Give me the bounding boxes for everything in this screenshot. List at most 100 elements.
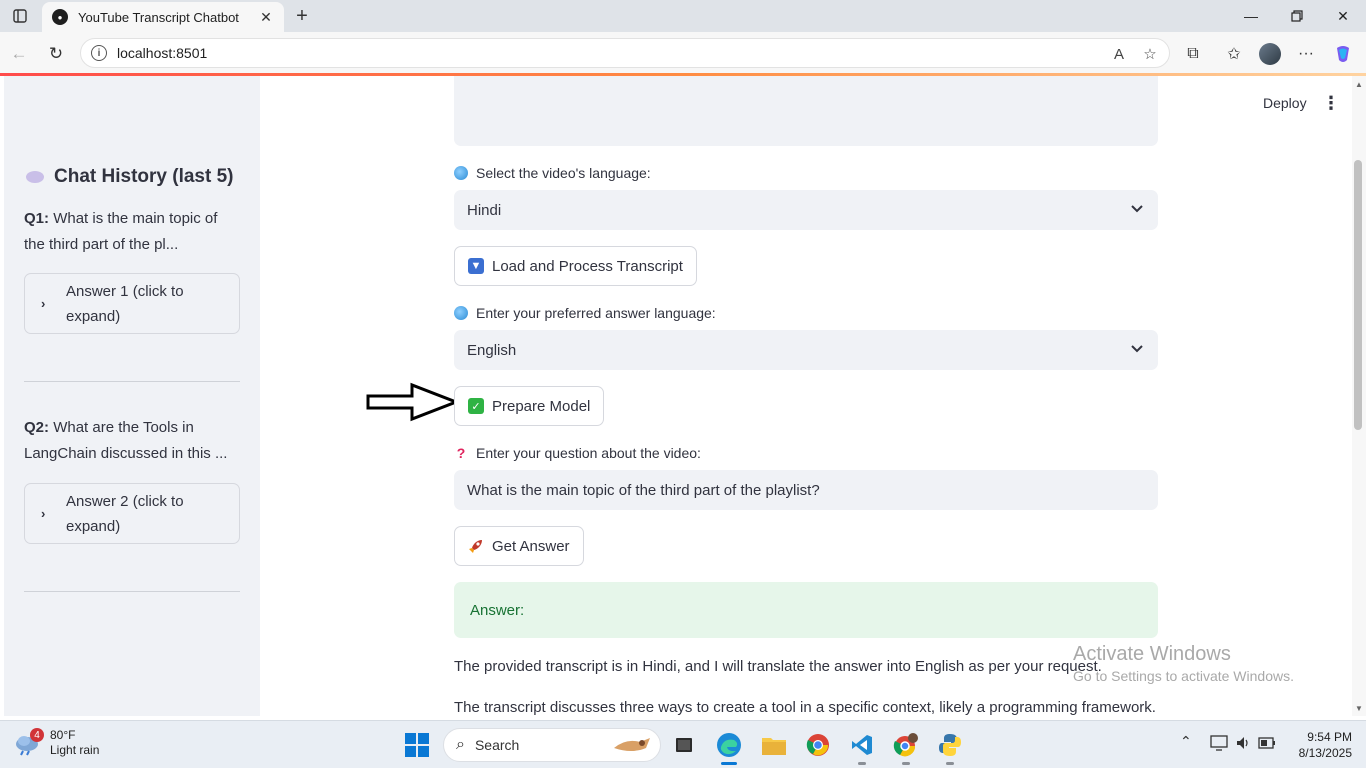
answer-2-expander[interactable]: › Answer 2 (click to expand) <box>24 483 240 544</box>
label-text: Select the video's language: <box>476 165 651 181</box>
inbox-tray-icon: ▼ <box>468 258 484 274</box>
sidebar: Chat History (last 5) Q1: What is the ma… <box>4 76 260 716</box>
favorites-icon[interactable]: ✩ <box>1221 41 1247 67</box>
globe-icon <box>454 166 468 180</box>
chrome-icon[interactable] <box>802 729 834 761</box>
volume-icon[interactable] <box>1235 735 1251 754</box>
load-transcript-button[interactable]: ▼ Load and Process Transcript <box>454 246 697 286</box>
history-question-1: Q1: What is the main topic of the third … <box>24 206 234 258</box>
url-text: localhost:8501 <box>117 45 208 61</box>
tab-actions-icon[interactable] <box>6 4 34 28</box>
clock-date: 8/13/2025 <box>1298 746 1352 760</box>
video-language-label: Select the video's language: <box>454 165 651 181</box>
chrome-profile-icon[interactable] <box>890 729 922 765</box>
select-value: English <box>467 341 517 359</box>
label-text: Enter your preferred answer language: <box>476 305 716 321</box>
browser-tab-bar: ● YouTube Transcript Chatbot ✕ + — ✕ <box>0 0 1366 32</box>
answer-success-box: Answer: <box>454 582 1158 638</box>
network-icon[interactable] <box>1210 735 1228 754</box>
address-bar[interactable]: i localhost:8501 A ☆ <box>80 38 1170 68</box>
button-label: Prepare Model <box>492 397 591 415</box>
input-value: What is the main topic of the third part… <box>467 481 820 499</box>
answer-1-expander[interactable]: › Answer 1 (click to expand) <box>24 273 240 334</box>
search-icon: ⌕ <box>456 736 465 753</box>
read-aloud-icon[interactable]: A <box>1106 39 1132 69</box>
profile-avatar[interactable] <box>1257 41 1283 67</box>
label-text: Enter your question about the video: <box>476 445 701 461</box>
question-label: Q2: <box>24 419 50 436</box>
copilot-icon[interactable] <box>1330 41 1356 67</box>
system-clock[interactable]: 9:54 PM 8/13/2025 <box>1282 729 1352 761</box>
new-tab-icon[interactable]: + <box>290 5 314 27</box>
globe-icon <box>454 306 468 320</box>
expander-label: Answer 1 (click to expand) <box>66 282 184 325</box>
speech-bubble-icon <box>26 171 44 183</box>
close-window-icon[interactable]: ✕ <box>1320 0 1366 32</box>
weather-condition: Light rain <box>50 743 100 757</box>
answer-language-label: Enter your preferred answer language: <box>454 305 716 321</box>
back-icon[interactable]: ← <box>6 41 32 67</box>
restore-icon[interactable] <box>1274 0 1320 32</box>
rain-cloud-icon: 4 <box>14 728 44 756</box>
select-value: Hindi <box>467 201 502 219</box>
chevron-right-icon: › <box>41 296 46 311</box>
button-label: Get Answer <box>492 537 570 555</box>
reload-icon[interactable]: ↻ <box>43 41 69 67</box>
button-label: Load and Process Transcript <box>492 257 683 275</box>
battery-icon[interactable] <box>1258 736 1276 752</box>
extensions-icon[interactable]: ⧉ <box>1180 41 1206 67</box>
divider <box>24 591 240 592</box>
activate-windows-title: Activate Windows <box>1073 643 1231 665</box>
divider <box>24 381 240 382</box>
chevron-right-icon: › <box>41 506 46 521</box>
question-text: What is the main topic of the third part… <box>24 210 218 253</box>
chevron-up-icon[interactable]: ⌃ <box>1180 733 1192 750</box>
weather-widget[interactable]: 4 80°F Light rain <box>14 728 99 758</box>
edge-browser-icon[interactable] <box>713 729 745 765</box>
python-idle-icon[interactable] <box>934 729 966 765</box>
windows-taskbar: 4 80°F Light rain ⌕ Search ⌃ 9:54 PM 8/1… <box>0 720 1366 768</box>
rocket-icon <box>468 538 484 554</box>
task-view-icon[interactable] <box>668 729 700 761</box>
get-answer-button[interactable]: Get Answer <box>454 526 584 566</box>
favorite-star-icon[interactable]: ☆ <box>1137 39 1163 69</box>
deploy-button[interactable]: Deploy <box>1263 95 1307 111</box>
sidebar-title: Chat History (last 5) <box>26 166 233 188</box>
video-language-select[interactable]: Hindi <box>454 190 1158 230</box>
vscode-icon[interactable] <box>846 729 878 765</box>
activate-windows-subtitle: Go to Settings to activate Windows. <box>1073 668 1294 684</box>
more-icon[interactable]: ··· <box>1293 41 1319 67</box>
question-label: ? Enter your question about the video: <box>454 445 701 461</box>
file-explorer-icon[interactable] <box>758 729 790 761</box>
main-scrollbar[interactable]: ▲ ▼ <box>1352 76 1366 716</box>
scroll-up-icon[interactable]: ▲ <box>1354 80 1364 90</box>
start-windows-icon[interactable] <box>405 733 429 757</box>
prepare-model-button[interactable]: ✓ Prepare Model <box>454 386 605 426</box>
browser-tab-active[interactable]: ● YouTube Transcript Chatbot ✕ <box>42 2 284 32</box>
check-mark-icon: ✓ <box>468 398 484 414</box>
clock-time: 9:54 PM <box>1307 730 1352 744</box>
scroll-down-icon[interactable]: ▼ <box>1354 704 1364 714</box>
answer-heading: Answer: <box>470 601 525 619</box>
tab-close-icon[interactable]: ✕ <box>258 9 274 25</box>
site-info-icon[interactable]: i <box>91 45 107 61</box>
answer-paragraph: The transcript discusses three ways to c… <box>454 699 1156 716</box>
main-menu-icon[interactable]: ⋮ <box>1322 94 1340 114</box>
question-label: Q1: <box>24 210 50 227</box>
search-placeholder: Search <box>474 737 520 753</box>
taskbar-search[interactable]: ⌕ Search <box>443 728 661 762</box>
tab-title: YouTube Transcript Chatbot <box>78 9 239 25</box>
scrollbar-thumb[interactable] <box>1354 160 1362 430</box>
main-content: Deploy ⋮ Select the video's language: Hi… <box>260 76 1352 716</box>
history-question-2: Q2: What are the Tools in LangChain disc… <box>24 415 234 467</box>
browser-toolbar: ← ↻ i localhost:8501 A ☆ ⧉ ✩ ··· <box>0 32 1366 74</box>
url-input-partial[interactable] <box>454 76 1158 146</box>
question-text: What are the Tools in LangChain discusse… <box>24 419 228 462</box>
minimize-icon[interactable]: — <box>1228 0 1274 32</box>
streamlit-favicon-icon: ● <box>52 9 68 25</box>
pointer-arrow-annotation <box>366 382 458 422</box>
answer-language-select[interactable]: English <box>454 330 1158 370</box>
search-highlight-icon <box>610 734 654 761</box>
question-input[interactable]: What is the main topic of the third part… <box>454 470 1158 510</box>
weather-temp: 80°F <box>50 728 76 742</box>
